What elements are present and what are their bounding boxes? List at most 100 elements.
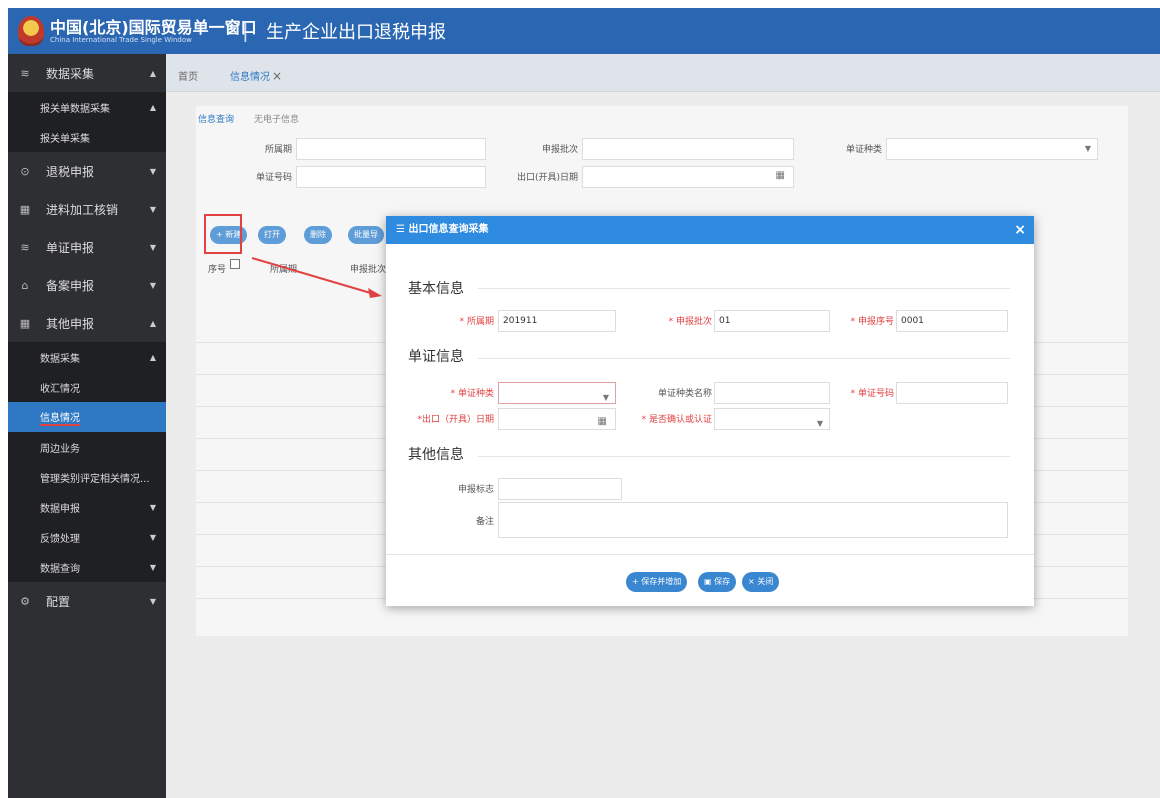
dialog-title: ☰ 出口信息查询采集 <box>396 224 489 235</box>
grid-icon: ▦ <box>19 202 31 216</box>
sidebar-item-label: 单证申报 <box>46 240 95 255</box>
sidebar-item[interactable]: 数据申报 ▼ <box>8 492 166 522</box>
header-separator: | <box>242 18 249 42</box>
brand-subtitle: China International Trade Single Window <box>50 36 192 44</box>
calendar-icon[interactable]: ▦ <box>776 170 785 181</box>
sidebar-item[interactable]: ▦ 其他申报 ▲ <box>8 304 166 342</box>
sidebar-item[interactable]: ⊙ 退税申报 ▼ <box>8 152 166 190</box>
doc-type-select[interactable]: ▼ <box>498 382 616 404</box>
seq-input[interactable]: 0001 <box>896 310 1008 332</box>
gear-icon: ⚙ <box>20 594 30 608</box>
chevron-up-icon: ▲ <box>149 318 156 328</box>
batch-label-text: * 申报批次 <box>668 317 712 327</box>
sidebar-item-label: 报关单采集 <box>40 133 90 145</box>
chevron-down-icon: ▼ <box>149 562 156 572</box>
emblem-logo <box>18 16 44 46</box>
close-button[interactable]: × 关闭 <box>742 572 780 592</box>
database-icon: ≋ <box>20 66 30 80</box>
save-and-add-button[interactable]: + 保存并增加 <box>626 572 688 592</box>
sidebar-item-label: 数据采集 <box>40 353 80 365</box>
filter-docno-label: 单证号码 <box>255 173 292 183</box>
filter-exportdate-input[interactable]: ▦ <box>582 166 794 188</box>
select-all-checkbox[interactable] <box>230 259 240 269</box>
sidebar-item[interactable]: 管理类别评定相关情况... <box>8 462 166 492</box>
remark-label: 备注 <box>475 517 494 527</box>
highlight-box <box>204 214 242 254</box>
filter-doctype-label: 单证种类 <box>845 145 882 155</box>
sidebar-item[interactable]: ≋ 单证申报 ▼ <box>8 228 166 266</box>
sidebar-item[interactable]: ⌂ 备案申报 ▼ <box>8 266 166 304</box>
sidebar-item-label: 收汇情况 <box>40 383 80 395</box>
close-icon[interactable]: × <box>1014 216 1026 244</box>
export-date-input[interactable]: ▦ <box>498 408 616 430</box>
confirm-select[interactable]: ▼ <box>714 408 830 430</box>
brand-title: 中国(北京)国际贸易单一窗口 <box>50 18 257 37</box>
sidebar-item-label: 进料加工核销 <box>46 202 119 217</box>
sidebar-item-label: 反馈处理 <box>40 533 80 545</box>
export-date-label-text: *出口（开具）日期 <box>417 415 494 425</box>
sidebar-item[interactable]: ≋ 数据采集 ▲ <box>8 54 166 92</box>
batch-label: * 申报批次 <box>604 314 712 327</box>
chevron-up-icon: ▲ <box>149 352 156 362</box>
section-basic-title: 基本信息 <box>408 281 464 297</box>
filter-doctype-select[interactable]: ▼ <box>886 138 1098 160</box>
sidebar-item[interactable]: ▦ 进料加工核销 ▼ <box>8 190 166 228</box>
remark-textarea[interactable] <box>498 502 1008 538</box>
flag-label: 申报标志 <box>457 485 494 495</box>
filter-docno-input[interactable] <box>296 166 486 188</box>
subtab-info-query[interactable]: 信息查询 <box>198 112 234 125</box>
sidebar-item-label: 退税申报 <box>46 164 95 179</box>
tab-label: 信息情况 <box>230 72 270 83</box>
sidebar-item[interactable]: 报关单采集 <box>8 122 166 152</box>
sidebar: ≋ 数据采集 ▲ 报关单数据采集 ▲ 报关单采集 ⊙ 退税申报 ▼ ▦ 进料加工核销 ▼ ≋ 单证申报 ▼ ⌂… <box>8 54 166 798</box>
filter-period-input[interactable] <box>296 138 486 160</box>
sidebar-item[interactable]: 周边业务 <box>8 432 166 462</box>
sidebar-item-label: 数据采集 <box>46 66 95 81</box>
save-button-label: 保存 <box>714 577 731 586</box>
sidebar-item[interactable]: 信息情况 <box>8 402 166 432</box>
section-divider <box>478 456 1010 457</box>
save-icon: ▣ <box>704 577 715 586</box>
bank-icon: ⌂ <box>21 278 29 292</box>
export-date-label: *出口（开具）日期 <box>386 412 494 425</box>
system-title: 生产企业出口退税申报 <box>266 22 446 43</box>
tab-home[interactable]: 首页 <box>178 68 198 83</box>
chevron-down-icon: ▼ <box>149 502 156 512</box>
doc-type-label-text: * 单证种类 <box>450 389 494 399</box>
tab-info-status[interactable]: 信息情况 × <box>230 68 282 83</box>
section-divider <box>478 288 1010 289</box>
chevron-down-icon: ▼ <box>149 242 156 252</box>
confirm-label-text: * 是否确认或认证 <box>641 415 712 425</box>
chevron-down-icon: ▼ <box>1084 144 1091 153</box>
doc-no-label-text: * 单证号码 <box>850 389 894 399</box>
subtab-no-electronic[interactable]: 无电子信息 <box>254 112 299 125</box>
period-label: * 所属期 <box>386 314 494 327</box>
save-button[interactable]: ▣ 保存 <box>698 572 737 592</box>
sidebar-item[interactable]: 数据查询 ▼ <box>8 552 166 582</box>
section-doc-title: 单证信息 <box>408 349 464 365</box>
sidebar-item[interactable]: 收汇情况 <box>8 372 166 402</box>
chevron-up-icon: ▲ <box>149 102 156 112</box>
sidebar-item[interactable]: 反馈处理 ▼ <box>8 522 166 552</box>
doc-no-input[interactable] <box>896 382 1008 404</box>
dialog-header: ☰ 出口信息查询采集 × <box>386 216 1034 244</box>
sidebar-item-label: 周边业务 <box>40 443 80 455</box>
sidebar-item-label: 管理类别评定相关情况... <box>40 473 150 485</box>
chevron-up-icon: ▲ <box>149 68 156 78</box>
doc-no-label: * 单证号码 <box>786 386 894 399</box>
sidebar-item-label: 其他申报 <box>46 316 95 331</box>
database-icon: ≋ <box>20 240 30 254</box>
sidebar-item[interactable]: 数据采集 ▲ <box>8 342 166 372</box>
sidebar-item[interactable]: ⚙ 配置 ▼ <box>8 582 166 620</box>
sidebar-item[interactable]: 报关单数据采集 ▲ <box>8 92 166 122</box>
chevron-down-icon: ▼ <box>149 204 156 214</box>
sidebar-item-label: 配置 <box>46 594 71 609</box>
period-input[interactable]: 201911 <box>498 310 616 332</box>
flag-input[interactable] <box>498 478 622 500</box>
filter-batch-input[interactable] <box>582 138 794 160</box>
doc-type-name-label: 单证种类名称 <box>657 389 712 399</box>
tab-close-icon[interactable]: × <box>272 69 282 83</box>
dialog-footer-divider <box>386 554 1034 555</box>
chevron-down-icon: ▼ <box>816 419 823 428</box>
chevron-down-icon: ▼ <box>149 166 156 176</box>
